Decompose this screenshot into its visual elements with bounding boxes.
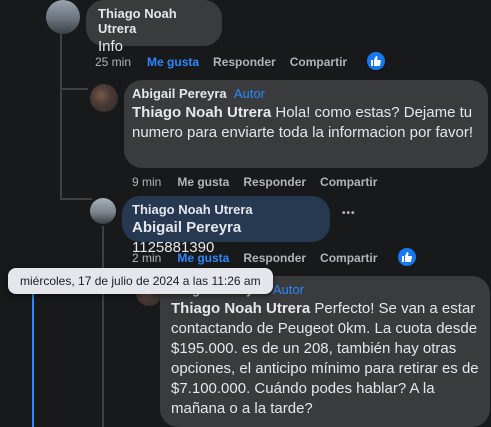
reply-button[interactable]: Responder — [243, 251, 306, 265]
more-options-icon[interactable]: ••• — [342, 208, 356, 219]
mention-link[interactable]: Thiago Noah Utrera — [132, 104, 271, 121]
avatar-thiago[interactable] — [90, 198, 116, 224]
reply-button[interactable]: Responder — [243, 175, 306, 189]
comment-bubble-3: Thiago Noah Utrera Abigail Pereyra 11258… — [122, 196, 330, 256]
avatar-thiago[interactable] — [46, 0, 80, 34]
active-thread-line — [32, 280, 34, 427]
thread-branch — [60, 198, 92, 200]
comment-time[interactable]: 2 min — [132, 251, 161, 265]
mention-link[interactable]: Thiago Noah Utrera — [171, 300, 310, 317]
share-button[interactable]: Compartir — [320, 175, 377, 189]
comment-text: Perfecto! Se van a estar contactando de … — [171, 300, 479, 417]
author-badge: Autor — [233, 86, 265, 101]
comment-bubble-1: Thiago Noah Utrera Info — [86, 0, 222, 55]
comment-time[interactable]: 25 min — [95, 55, 131, 69]
comment-author[interactable]: Thiago Noah Utrera — [132, 202, 320, 217]
mention-link[interactable]: Abigail Pereyra — [132, 219, 241, 236]
comment-author[interactable]: Thiago Noah Utrera — [98, 6, 210, 36]
timestamp-tooltip: miércoles, 17 de julio de 2024 a las 11:… — [8, 268, 273, 294]
share-button[interactable]: Compartir — [320, 251, 377, 265]
comment-bubble-4: Abigail Pereyra Autor Thiago Noah Utrera… — [160, 276, 490, 427]
comment-actions-3: 2 min Me gusta Responder Compartir — [132, 251, 391, 265]
thread-branch-top — [60, 88, 88, 90]
thread-line-3 — [102, 226, 104, 427]
like-button[interactable]: Me gusta — [147, 55, 199, 69]
comment-bubble-2: Abigail Pereyra Autor Thiago Noah Utrera… — [124, 80, 488, 168]
like-button[interactable]: Me gusta — [177, 251, 229, 265]
share-button[interactable]: Compartir — [290, 55, 347, 69]
avatar-abigail[interactable] — [90, 84, 118, 112]
reply-button[interactable]: Responder — [213, 55, 276, 69]
like-button[interactable]: Me gusta — [177, 175, 229, 189]
comment-time[interactable]: 9 min — [132, 175, 161, 189]
comment-actions-1: 25 min Me gusta Responder Compartir — [95, 55, 361, 69]
like-reaction-icon[interactable] — [398, 248, 416, 266]
like-reaction-icon[interactable] — [367, 52, 385, 70]
comment-author[interactable]: Abigail Pereyra — [132, 86, 227, 101]
comment-actions-2: 9 min Me gusta Responder Compartir — [132, 175, 391, 189]
author-badge: Autor — [272, 282, 304, 297]
comment-text: Info — [98, 38, 124, 55]
